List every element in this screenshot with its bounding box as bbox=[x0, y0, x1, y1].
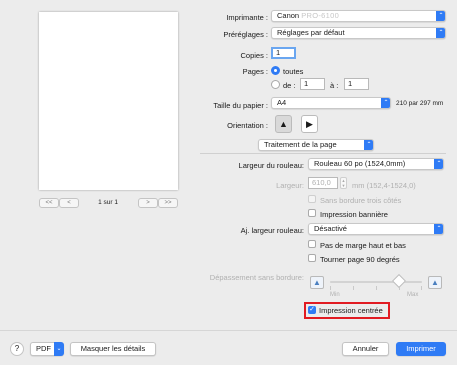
presets-value: Réglages par défaut bbox=[277, 28, 345, 37]
no-top-bottom-margin-checkbox[interactable] bbox=[308, 240, 316, 248]
section-value: Traitement de la page bbox=[264, 140, 337, 149]
printer-value-prefix: Canon bbox=[277, 11, 300, 20]
pages-from-field[interactable]: 1 bbox=[300, 78, 325, 90]
pages-from-label: de : bbox=[283, 81, 296, 90]
slider-knob[interactable] bbox=[391, 273, 407, 289]
width-range: mm (152,4-1524,0) bbox=[352, 181, 416, 190]
slider-max-label: Max bbox=[407, 292, 419, 298]
chevron-updown-icon: ⌃ bbox=[434, 159, 443, 169]
last-page-button[interactable]: >> bbox=[158, 198, 178, 208]
roll-width-label: Largeur du rouleau: bbox=[238, 161, 304, 170]
chevron-updown-icon: ⌃ bbox=[364, 140, 373, 150]
max-overflow-icon: ▲ bbox=[428, 276, 442, 289]
adjust-roll-width-value: Désactivé bbox=[314, 224, 347, 233]
presets-label: Préréglages : bbox=[223, 30, 268, 39]
pages-to-field[interactable]: 1 bbox=[344, 78, 369, 90]
paper-size-value: A4 bbox=[277, 98, 287, 107]
copies-field[interactable]: 1 bbox=[271, 47, 296, 59]
pages-to-label: à : bbox=[330, 81, 339, 90]
adjust-roll-width-select[interactable]: Désactivé ⌃ bbox=[308, 223, 444, 235]
pages-all-radio[interactable] bbox=[271, 66, 280, 75]
slider-min-label: Min bbox=[330, 292, 340, 298]
printer-select[interactable]: Canon PRO-6100 ⌃ bbox=[271, 10, 446, 22]
portrait-orientation-icon[interactable]: ▲ bbox=[275, 115, 292, 133]
page-preview bbox=[39, 12, 178, 190]
borderless-three-sides-label: Sans bordure trois côtés bbox=[320, 196, 402, 205]
page-count: 1 sur 1 bbox=[98, 199, 118, 206]
slider-tick bbox=[376, 286, 377, 290]
adjust-roll-width-label: Aj. largeur rouleau: bbox=[240, 226, 304, 235]
copies-label: Copies : bbox=[240, 51, 268, 60]
printer-label: Imprimante : bbox=[226, 13, 268, 22]
rotate-90-checkbox[interactable] bbox=[308, 254, 316, 262]
footer-divider bbox=[0, 330, 457, 331]
roll-width-value: Rouleau 60 po (1524,0mm) bbox=[314, 159, 406, 168]
slider-tick bbox=[330, 286, 331, 290]
slider-tick bbox=[421, 286, 422, 290]
chevron-updown-icon: ⌃ bbox=[381, 98, 390, 108]
paper-size-select[interactable]: A4 ⌃ bbox=[271, 97, 391, 109]
width-stepper[interactable]: ▲ ▼ bbox=[340, 177, 347, 189]
width-field[interactable]: 610,0 bbox=[308, 177, 338, 189]
roll-width-select[interactable]: Rouleau 60 po (1524,0mm) ⌃ bbox=[308, 158, 444, 170]
slider-tick bbox=[353, 286, 354, 290]
pages-all-label: toutes bbox=[283, 67, 304, 76]
paper-dimensions: 210 par 297 mm bbox=[396, 100, 444, 107]
pdf-label: PDF bbox=[36, 344, 51, 353]
centered-printing-label: Impression centrée bbox=[319, 306, 383, 315]
section-divider bbox=[200, 153, 446, 154]
orientation-label: Orientation : bbox=[227, 121, 268, 130]
width-label: Largeur: bbox=[276, 181, 304, 190]
banner-printing-label: Impression bannière bbox=[320, 210, 388, 219]
hide-details-button[interactable]: Masquer les détails bbox=[70, 342, 156, 356]
chevron-updown-icon: ⌃ bbox=[434, 224, 443, 234]
pages-range-radio[interactable] bbox=[271, 80, 280, 89]
previous-page-button[interactable]: < bbox=[59, 198, 79, 208]
rotate-90-label: Tourner page 90 degrés bbox=[320, 255, 400, 264]
borderless-three-sides-checkbox[interactable] bbox=[308, 195, 316, 203]
section-select[interactable]: Traitement de la page ⌃ bbox=[258, 139, 374, 151]
centered-printing-checkbox[interactable]: ✓ bbox=[308, 306, 316, 314]
no-top-bottom-margin-label: Pas de marge haut et bas bbox=[320, 241, 406, 250]
chevron-updown-icon: ⌃ bbox=[436, 28, 445, 38]
min-overflow-icon: ▲ bbox=[310, 276, 324, 289]
first-page-button[interactable]: << bbox=[39, 198, 59, 208]
printer-model: PRO-6100 bbox=[301, 11, 340, 20]
help-icon[interactable]: ? bbox=[10, 342, 24, 356]
landscape-orientation-icon[interactable]: ▶ bbox=[301, 115, 318, 133]
overflow-label: Dépassement sans bordure: bbox=[209, 273, 304, 282]
slider-track bbox=[330, 281, 422, 283]
chevron-down-icon: ⌄ bbox=[54, 342, 64, 356]
next-page-button[interactable]: > bbox=[138, 198, 158, 208]
preview-pager: << < 1 sur 1 > >> bbox=[39, 198, 178, 209]
presets-select[interactable]: Réglages par défaut ⌃ bbox=[271, 27, 446, 39]
pdf-menu-button[interactable]: PDF ⌄ bbox=[30, 342, 64, 356]
paper-size-label: Taille du papier : bbox=[213, 101, 268, 110]
cancel-button[interactable]: Annuler bbox=[342, 342, 389, 356]
chevron-updown-icon: ⌃ bbox=[436, 11, 445, 21]
pages-label: Pages : bbox=[242, 67, 268, 76]
banner-printing-checkbox[interactable] bbox=[308, 209, 316, 217]
print-button[interactable]: Imprimer bbox=[396, 342, 446, 356]
